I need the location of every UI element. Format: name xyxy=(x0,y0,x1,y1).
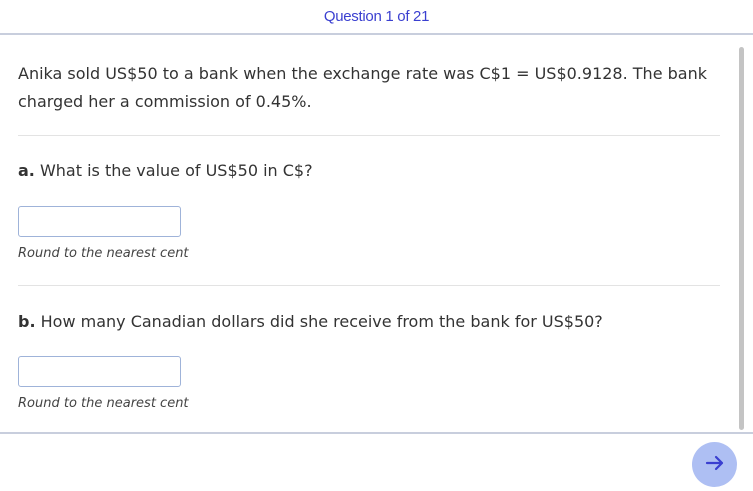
part-b-hint: Round to the nearest cent xyxy=(18,396,189,411)
question-counter: Question 1 of 21 xyxy=(323,8,430,25)
part-a-letter: a. xyxy=(18,161,35,180)
part-b-question: b. How many Canadian dollars did she rec… xyxy=(18,311,720,333)
vertical-scrollbar[interactable] xyxy=(739,47,744,430)
question-prompt: Anika sold US$50 to a bank when the exch… xyxy=(18,64,707,111)
part-a-hint: Round to the nearest cent xyxy=(18,246,189,261)
part-a: a. What is the value of US$50 in C$? Rou… xyxy=(18,160,720,270)
question-body: Anika sold US$50 to a bank when the exch… xyxy=(18,60,720,116)
part-a-question: a. What is the value of US$50 in C$? xyxy=(18,160,720,182)
footer-divider xyxy=(0,432,753,434)
arrow-right-icon xyxy=(704,452,726,477)
question-header: Question 1 of 21 xyxy=(0,0,753,35)
part-b-answer-input[interactable] xyxy=(18,356,181,387)
part-b: b. How many Canadian dollars did she rec… xyxy=(18,311,720,421)
section-divider xyxy=(18,135,720,136)
part-b-text: How many Canadian dollars did she receiv… xyxy=(35,312,603,331)
next-question-button[interactable] xyxy=(692,442,737,487)
part-a-answer-input[interactable] xyxy=(18,206,181,237)
part-a-text: What is the value of US$50 in C$? xyxy=(34,161,313,180)
section-divider xyxy=(18,285,720,286)
part-b-letter: b. xyxy=(18,312,36,331)
